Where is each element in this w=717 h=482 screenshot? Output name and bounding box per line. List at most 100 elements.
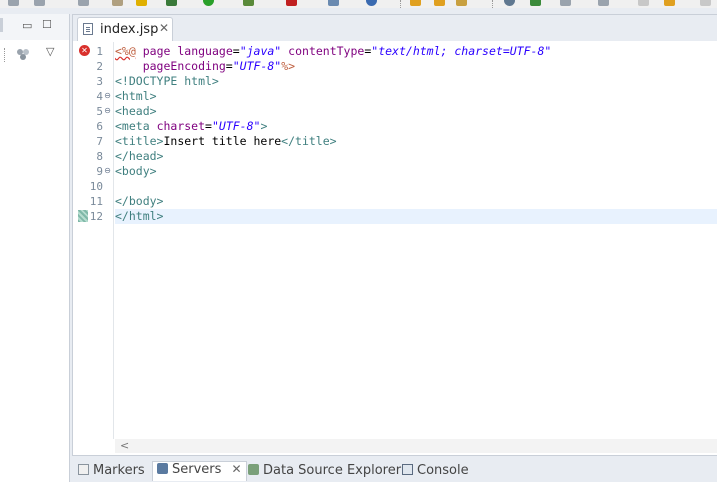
editor-tab-bar: index.jsp ✕ [73, 15, 717, 41]
attr-name: language [177, 44, 233, 58]
toolbar-icon-4[interactable] [112, 0, 123, 6]
gutter-line: 2 [73, 59, 113, 74]
code-text-area[interactable]: <%@ page language="java" contentType="te… [115, 42, 717, 439]
tag: </title> [281, 134, 337, 148]
gutter-line: 7 [73, 134, 113, 149]
jsp-directive-close: %> [281, 59, 296, 73]
tag: <title> [115, 134, 164, 148]
attr-value: "java" [239, 44, 282, 58]
line-number: 8 [96, 150, 103, 163]
main-toolbar [0, 0, 717, 8]
error-icon[interactable]: ✕ [79, 45, 90, 56]
jsp-directive-open: <%@ [115, 44, 136, 58]
gutter-line: ✕ 1 [73, 44, 113, 59]
line-number: 9 [96, 165, 103, 178]
attr-name: pageEncoding [142, 59, 226, 73]
run-icon[interactable] [203, 0, 214, 6]
code-line-9: <body> [115, 164, 157, 178]
toolbar-icon-17[interactable] [560, 0, 571, 6]
tab-data-source-explorer[interactable]: Data Source Explorer [248, 463, 401, 482]
line-number: 2 [96, 60, 103, 73]
toolbar-icon-15[interactable] [504, 0, 515, 6]
tab-console[interactable]: Console [402, 463, 469, 482]
toolbar-icon-9[interactable] [286, 0, 297, 6]
toolbar-icon-14[interactable] [456, 0, 467, 6]
code-line-1: <%@ page language="java" contentType="te… [115, 44, 717, 59]
line-number-gutter[interactable]: ✕ 1 2 3 4 ⊖ 5 ⊖ 6 7 8 9 ⊖ 10 11 12 [73, 42, 113, 439]
line-number: 12 [89, 210, 103, 223]
toolbar-icon-10[interactable] [328, 0, 339, 6]
jsp-file-icon [83, 23, 93, 35]
toolbar-icon-2[interactable] [34, 0, 45, 6]
left-pane-separator [4, 48, 6, 62]
line-number: 11 [89, 195, 103, 208]
servers-icon [157, 463, 168, 474]
left-view-pane: ▭ ☐ ▽ [0, 14, 70, 482]
link-with-editor-icon[interactable] [16, 48, 30, 60]
attr-value: "UTF-8" [232, 59, 282, 73]
attr-value: "text/html; charset=UTF-8" [371, 44, 552, 58]
console-icon [402, 464, 413, 475]
attr-name: contentType [288, 44, 365, 58]
text-content: Insert title here [163, 134, 282, 148]
minimize-icon[interactable]: ▭ [22, 19, 32, 32]
tag: <meta [115, 119, 150, 133]
toolbar-icon-6[interactable] [166, 0, 177, 6]
gutter-line: 8 [73, 149, 113, 164]
toolbar-icon-18[interactable] [598, 0, 609, 6]
toolbar-icon-1[interactable] [8, 0, 19, 6]
open-folder-icon[interactable] [410, 0, 421, 6]
gutter-line: 5 ⊖ [73, 104, 113, 119]
code-line-3: <!DOCTYPE html> [115, 74, 219, 88]
code-line-2: pageEncoding="UTF-8"%> [115, 59, 717, 74]
code-line-5: <head> [115, 104, 157, 118]
tab-label: Console [417, 463, 469, 478]
equals: = [205, 119, 212, 133]
back-arrow-icon[interactable] [638, 0, 649, 6]
toolbar-separator [400, 0, 402, 8]
fold-collapse-icon[interactable]: ⊖ [103, 166, 112, 175]
toolbar-icon-11[interactable] [366, 0, 377, 6]
toolbar-separator [492, 0, 494, 8]
horizontal-scrollbar[interactable]: < [115, 439, 717, 453]
code-line-6: <meta charset="UTF-8"> [115, 119, 717, 134]
equals: = [232, 44, 240, 58]
line-number: 3 [96, 75, 103, 88]
toolbar-icon-21[interactable] [700, 0, 711, 6]
gutter-line: 3 [73, 74, 113, 89]
close-icon[interactable]: ✕ [159, 21, 169, 35]
line-number: 7 [96, 135, 103, 148]
directive-name: page [142, 44, 171, 58]
code-line-8: </head> [115, 149, 164, 163]
tab-markers[interactable]: Markers [78, 463, 145, 482]
gutter-line: 12 [73, 209, 113, 224]
editor-tab-label: index.jsp [100, 22, 159, 37]
tag-close: > [260, 119, 268, 133]
tab-servers[interactable]: Servers ✕ [152, 461, 247, 481]
close-icon[interactable]: ✕ [232, 462, 242, 476]
tab-label: Servers [172, 462, 222, 477]
view-menu-chevron-down-icon[interactable]: ▽ [46, 45, 54, 58]
gutter-line: 11 [73, 194, 113, 209]
code-line-12-current: </html> [115, 209, 717, 224]
toolbar-icon-5[interactable] [136, 0, 147, 6]
editor-tab-index-jsp[interactable]: index.jsp ✕ [77, 17, 173, 41]
toolbar-icon-16[interactable] [530, 0, 541, 6]
fold-collapse-icon[interactable]: ⊖ [103, 106, 112, 115]
line-number: 6 [96, 120, 103, 133]
toolbar-icon-8[interactable] [243, 0, 254, 6]
line-number: 1 [96, 45, 103, 58]
attr-name: charset [156, 119, 206, 133]
maximize-icon[interactable]: ☐ [42, 18, 52, 31]
toolbar-icon-3[interactable] [78, 0, 89, 6]
forward-arrow-icon[interactable] [664, 0, 675, 6]
gutter-line: 4 ⊖ [73, 89, 113, 104]
fold-collapse-icon[interactable]: ⊖ [103, 91, 112, 100]
scroll-left-icon[interactable]: < [120, 439, 129, 452]
line-number: 10 [89, 180, 103, 193]
gutter-line: 9 ⊖ [73, 164, 113, 179]
open-folder-icon-2[interactable] [434, 0, 445, 6]
gutter-divider [113, 42, 114, 439]
